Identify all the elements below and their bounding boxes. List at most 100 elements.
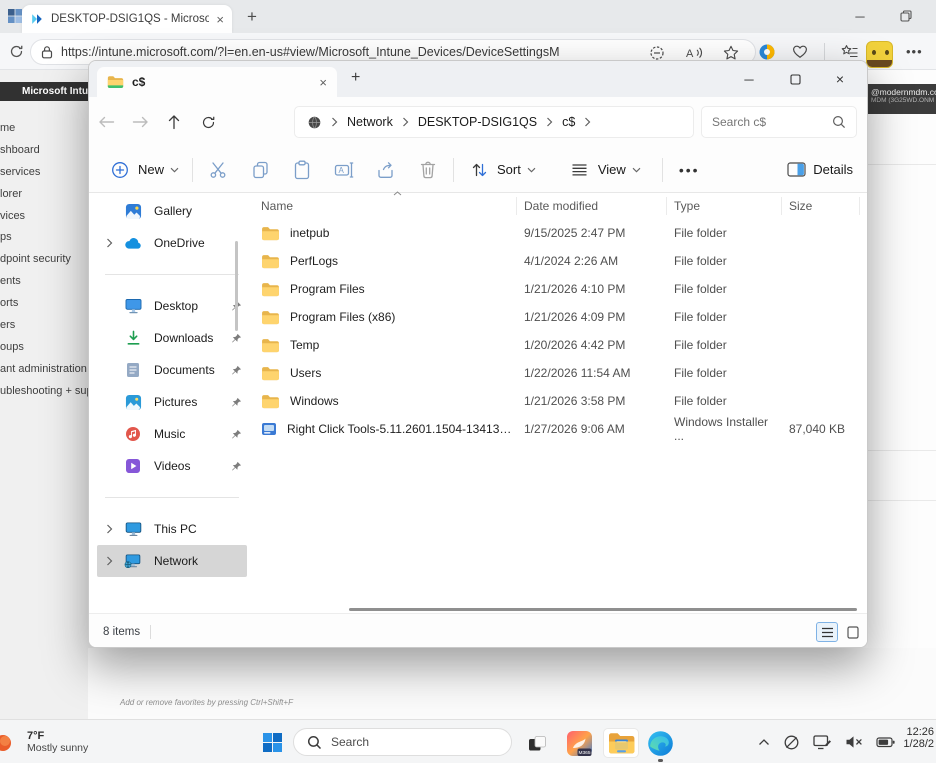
breadcrumb-network[interactable]: Network — [347, 115, 393, 129]
sidebar-item-onedrive[interactable]: OneDrive — [97, 227, 247, 259]
intune-nav-item[interactable]: shboard — [0, 140, 92, 162]
cut-button[interactable] — [197, 153, 239, 187]
column-type[interactable]: Type — [666, 199, 781, 213]
icon-view-button[interactable] — [842, 622, 864, 642]
details-button[interactable]: Details — [787, 162, 853, 177]
paste-button[interactable] — [281, 153, 323, 187]
taskbar-clock[interactable]: 12:26 1/28/2 — [890, 726, 936, 750]
intune-nav-item[interactable]: ers — [0, 315, 92, 337]
breadcrumb[interactable]: Network DESKTOP-DSIG1QS c$ — [294, 106, 694, 138]
file-explorer-taskbar-button[interactable] — [603, 728, 639, 758]
explorer-new-tab-button[interactable]: + — [351, 69, 360, 87]
view-button[interactable]: View — [559, 153, 650, 187]
file-row[interactable]: Users1/22/2026 11:54 AMFile folder — [249, 359, 861, 387]
sidebar-item-documents[interactable]: Documents — [97, 354, 247, 386]
new-button[interactable]: New — [99, 153, 188, 187]
chevron-up-icon[interactable] — [758, 738, 770, 746]
explorer-tab-close-icon[interactable]: × — [319, 76, 327, 89]
intune-nav-item[interactable]: oups — [0, 337, 92, 359]
file-type: File folder — [666, 394, 781, 408]
display-pen-icon[interactable] — [813, 734, 832, 751]
file-row[interactable]: inetpub9/15/2025 2:47 PMFile folder — [249, 219, 861, 247]
sidebar-scrollbar[interactable] — [235, 241, 238, 331]
list-view-button[interactable] — [816, 622, 838, 642]
explorer-minimize-button[interactable]: ─ — [729, 64, 769, 94]
column-name[interactable]: Name — [249, 199, 516, 213]
explorer-maximize-button[interactable] — [775, 64, 815, 94]
browser-essentials-icon[interactable] — [758, 43, 776, 61]
more-options-icon[interactable]: ••• — [667, 162, 712, 178]
explorer-close-button[interactable]: × — [820, 64, 860, 94]
zoom-out-icon[interactable] — [649, 45, 665, 61]
rename-button[interactable]: A — [323, 153, 365, 187]
share-button[interactable] — [365, 153, 407, 187]
sidebar-item-network[interactable]: Network — [97, 545, 247, 577]
file-row[interactable]: Right Click Tools-5.11.2601.1504-1341306… — [249, 415, 861, 443]
intune-nav-item[interactable]: ant administration — [0, 359, 92, 381]
intune-nav-item[interactable]: orts — [0, 293, 92, 315]
file-row[interactable]: Temp1/20/2026 4:42 PMFile folder — [249, 331, 861, 359]
collections-heart-icon[interactable] — [792, 44, 808, 59]
edge-restore-button[interactable] — [891, 4, 921, 28]
refresh-icon[interactable] — [9, 44, 24, 59]
favorite-star-icon[interactable] — [723, 45, 739, 60]
sidebar-item-downloads[interactable]: Downloads — [97, 322, 247, 354]
edge-workspaces-icon[interactable] — [7, 8, 23, 24]
edge-tab-close-icon[interactable]: × — [216, 13, 224, 26]
edge-settings-more-icon[interactable]: ••• — [906, 44, 923, 59]
pin-icon — [225, 397, 247, 408]
file-row[interactable]: Program Files1/21/2026 4:10 PMFile folde… — [249, 275, 861, 303]
refresh-icon[interactable] — [191, 115, 225, 130]
m365-copilot-button[interactable]: M365 — [564, 728, 594, 758]
profile-avatar[interactable] — [866, 41, 893, 68]
start-button[interactable] — [262, 732, 283, 753]
intune-nav-item[interactable]: ps — [0, 227, 92, 249]
column-date-modified[interactable]: Date modified — [516, 199, 666, 213]
delete-button[interactable] — [407, 153, 449, 187]
sidebar-item-gallery[interactable]: Gallery — [97, 195, 247, 227]
horizontal-scrollbar[interactable] — [349, 608, 857, 611]
url-text[interactable]: https://intune.microsoft.com/?l=en.en-us… — [61, 45, 621, 59]
sidebar-item-label: Downloads — [154, 331, 225, 345]
network-offline-icon[interactable] — [783, 734, 800, 751]
weather-widget[interactable]: 7°F Mostly sunny — [0, 720, 88, 763]
sidebar-item-pictures[interactable]: Pictures — [97, 386, 247, 418]
edge-taskbar-button[interactable] — [645, 728, 675, 758]
sidebar-item-desktop[interactable]: Desktop — [97, 290, 247, 322]
sidebar-item-videos[interactable]: Videos — [97, 450, 247, 482]
sort-button[interactable]: Sort — [458, 153, 545, 187]
column-size[interactable]: Size — [781, 199, 859, 213]
file-row[interactable]: Program Files (x86)1/21/2026 4:09 PMFile… — [249, 303, 861, 331]
intune-nav-item[interactable]: services — [0, 162, 92, 184]
taskbar-search[interactable]: Search — [293, 728, 512, 756]
intune-nav-item[interactable]: ents — [0, 271, 92, 293]
chevron-right-icon[interactable] — [97, 238, 121, 248]
file-row[interactable]: Windows1/21/2026 3:58 PMFile folder — [249, 387, 861, 415]
edge-minimize-button[interactable]: ─ — [845, 4, 875, 28]
intune-nav-item[interactable]: ubleshooting + suppor — [0, 381, 92, 403]
edge-new-tab-button[interactable]: + — [247, 7, 257, 27]
desktop-icon — [121, 298, 145, 314]
read-aloud-icon[interactable]: A — [686, 45, 703, 60]
intune-nav-item[interactable]: vices — [0, 206, 92, 228]
chevron-right-icon[interactable] — [97, 556, 121, 566]
intune-nav-item[interactable]: lorer — [0, 184, 92, 206]
breadcrumb-computer[interactable]: DESKTOP-DSIG1QS — [418, 115, 537, 129]
explorer-tab[interactable]: c$ × — [97, 67, 337, 97]
edge-browser-tab[interactable]: DESKTOP-DSIG1QS - Microsoft In × — [22, 5, 232, 33]
favorites-list-icon[interactable] — [841, 44, 858, 59]
volume-mute-icon[interactable] — [845, 735, 863, 749]
file-row[interactable]: PerfLogs4/1/2024 2:26 AMFile folder — [249, 247, 861, 275]
breadcrumb-share[interactable]: c$ — [562, 115, 575, 129]
sidebar-item-music[interactable]: Music — [97, 418, 247, 450]
back-arrow-icon[interactable] — [89, 115, 123, 129]
intune-nav-item[interactable]: me — [0, 118, 92, 140]
intune-nav-item[interactable]: dpoint security — [0, 249, 92, 271]
chevron-right-icon[interactable] — [97, 524, 121, 534]
up-arrow-icon[interactable] — [157, 114, 191, 130]
forward-arrow-icon[interactable] — [123, 115, 157, 129]
task-view-button[interactable] — [522, 728, 552, 758]
copy-button[interactable] — [239, 153, 281, 187]
search-input[interactable]: Search c$ — [701, 106, 857, 138]
sidebar-item-this-pc[interactable]: This PC — [97, 513, 247, 545]
